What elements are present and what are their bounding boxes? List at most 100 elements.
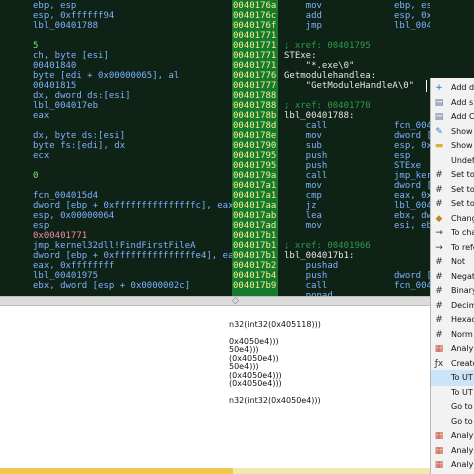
analyze-icon: ▦ <box>434 460 444 470</box>
blank-icon <box>434 417 444 427</box>
address-cell: 0040178e <box>233 131 277 141</box>
add-icon: + <box>435 83 443 93</box>
operand-line: esp, 0x00000064 <box>33 211 115 221</box>
address-cell: 004017b1 <box>233 251 277 261</box>
operand-line: jmp_kernel32dll!FindFirstFileA <box>33 241 196 251</box>
disassembly-operands-pane[interactable]: ebp, esp esp, 0xffffff94 lbl_00401788 5 ch, … <box>0 0 232 296</box>
blank-icon <box>434 402 444 412</box>
listing-operand: esp, 0xf <box>394 11 430 21</box>
listing-operand: esp, 0x0 <box>394 141 430 151</box>
listing-line: pushad <box>284 261 339 271</box>
operand-line: 0x00401771 <box>33 231 88 241</box>
decompiler-output-pane[interactable]: n32(int32(0x405118))) 0x4050e4))) 50e4)))(… <box>0 306 430 468</box>
operand-line: 00401815 <box>33 81 77 91</box>
address-cell: 004017b1 <box>233 241 277 251</box>
context-menu-item[interactable]: ▦ Analy <box>431 457 474 473</box>
address-cell: 00401788 <box>233 101 277 111</box>
listing-line: Getmodulehandlea: <box>284 71 377 81</box>
arrow-right-icon: → <box>435 228 443 238</box>
listing-line: jz <box>284 201 317 211</box>
listing-operand: dword [e <box>394 131 430 141</box>
operand-line: dword [ebp + 0xfffffffffffffffc], eax <box>33 201 232 211</box>
operand-line: eax, 0xffffffff <box>33 261 115 271</box>
listing-operand: lbl_0040 <box>394 201 430 211</box>
listing-line: push <box>284 271 328 281</box>
show-edit-icon: ✎ <box>435 126 443 137</box>
address-cell: 00401795 <box>233 151 277 161</box>
address-cell: 004017a1 <box>233 181 277 191</box>
listing-line: "*.exe\0" <box>284 61 355 71</box>
operand-line: eax <box>33 111 50 121</box>
listing-line: lbl_004017b1: <box>284 251 355 261</box>
hash-icon: # <box>435 286 443 296</box>
operand-line: lbl_004017eb <box>33 101 99 111</box>
listing-line: call <box>284 281 328 291</box>
address-cell: 004017b9 <box>233 281 277 291</box>
add-comment-icon: ▤ <box>434 112 444 122</box>
listing-operand: fcn_0040 <box>394 281 430 291</box>
panel-splitter[interactable]: ◇ <box>0 296 430 306</box>
operand-line: 0 <box>33 171 39 181</box>
operand-line: lbl_00401975 <box>33 271 99 281</box>
listing-operand: dword [e <box>394 181 430 191</box>
address-cell: 004017b2 <box>233 261 277 271</box>
operand-line: ecx <box>33 151 50 161</box>
blank-icon <box>434 156 444 166</box>
listing-operand: eax, 0xf <box>394 191 430 201</box>
hash-icon: # <box>435 315 443 325</box>
listing-line: push <box>284 161 328 171</box>
listing-line: cmp <box>284 191 322 201</box>
listing-line: add <box>284 11 322 21</box>
hash-icon: # <box>435 199 443 209</box>
listing-line: ; xref: 00401966 <box>284 241 371 251</box>
address-cell: 00401788 <box>233 91 277 101</box>
listing-line: lea <box>284 211 322 221</box>
listing-operand: esi, ebx <box>394 221 430 231</box>
listing-line: call <box>284 121 328 131</box>
address-cell: 00401790 <box>233 141 277 151</box>
hash-icon: # <box>435 170 443 180</box>
change-icon: ◆ <box>435 213 443 224</box>
address-cell: 00401771 <box>233 31 277 41</box>
listing-line: sub <box>284 141 322 151</box>
address-cell: 004017b4 <box>233 271 277 281</box>
add-structure-icon: ▤ <box>434 97 444 108</box>
operand-line: esp, 0xffffff94 <box>33 11 115 21</box>
operand-line: byte [edi + 0x00000065], al <box>33 71 180 81</box>
listing-line: ; xref: 00401770 <box>284 101 371 111</box>
operand-line: ch, byte [esi] <box>33 51 109 61</box>
operand-line: fcn_004015d4 <box>33 191 99 201</box>
listing-line: ; xref: 00401795 <box>284 41 371 51</box>
listing-line: STExe: <box>284 51 317 61</box>
operand-line: dx, dword ds:[esi] <box>33 91 131 101</box>
listing-line: mov <box>284 131 322 141</box>
address-cell: 00401795 <box>233 161 277 171</box>
disassembly-listing-pane[interactable]: mov add jmp ; xref: 00401795 STExe: "*.exe… <box>278 0 430 296</box>
hash-icon: # <box>435 257 443 267</box>
address-column[interactable]: 0040176a 0040176c 0040176f 00401771 00401771… <box>232 0 278 296</box>
analyze-icon: ▦ <box>434 431 444 441</box>
address-cell: 004017ab <box>233 211 277 221</box>
address-cell: 0040176c <box>233 11 277 21</box>
blank-icon <box>434 388 444 398</box>
listing-operand: lbl_0040 <box>394 21 430 31</box>
address-cell: 004017a1 <box>233 191 277 201</box>
listing-line: mov <box>284 221 322 231</box>
hash-icon: # <box>435 300 443 311</box>
listing-line: "GetModuleHandleA\0" <box>284 81 415 91</box>
text-cursor <box>426 80 427 92</box>
address-cell: 0040176f <box>233 21 277 31</box>
decompiled-line: n32(int32(0x4050e4))) <box>229 396 321 405</box>
address-cell: 00401776 <box>233 71 277 81</box>
listing-operand: STExe <box>394 161 422 171</box>
address-cell: 0040176a <box>233 1 277 11</box>
operand-line: dword [ebp + 0xfffffffffffffffe4], eax <box>33 251 232 261</box>
listing-operand: dword [e <box>394 271 430 281</box>
listing-line: mov <box>284 1 322 11</box>
listing-operand: esp <box>394 151 411 161</box>
address-cell: 00401771 <box>233 51 277 61</box>
analyze-icon: ▦ <box>434 445 444 456</box>
operand-line: 5 <box>33 41 39 51</box>
listing-operand: jmp_kern <box>394 171 430 181</box>
analyze-icon: ▦ <box>434 344 444 354</box>
